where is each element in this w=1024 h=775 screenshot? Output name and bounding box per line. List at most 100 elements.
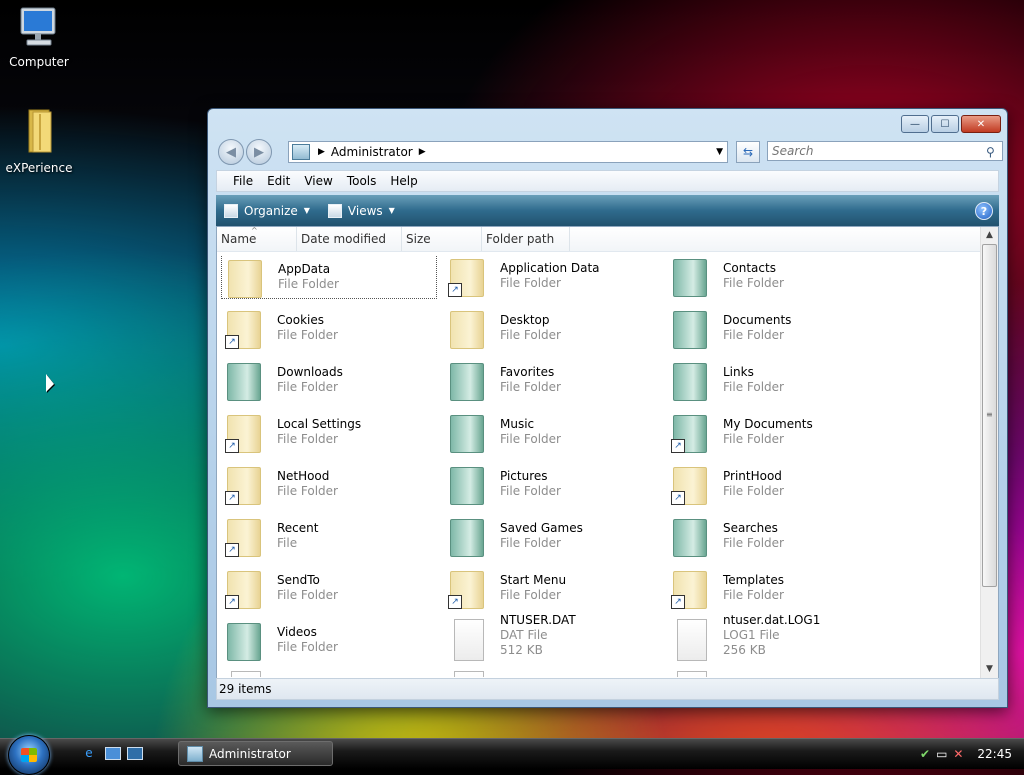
file-item[interactable]: Downloads File Folder — [221, 355, 437, 403]
maximize-button[interactable]: ☐ — [931, 115, 959, 133]
start-button[interactable] — [8, 735, 50, 775]
safely-remove-icon[interactable]: ✔ — [920, 747, 930, 761]
search-icon[interactable]: ⚲ — [986, 145, 995, 159]
document-icon — [669, 669, 709, 677]
scroll-up-icon[interactable]: ▲ — [981, 227, 998, 244]
menu-file[interactable]: File — [233, 174, 253, 188]
file-item[interactable]: Videos File Folder — [221, 615, 437, 663]
file-item[interactable]: Music File Folder — [444, 407, 660, 455]
organize-button[interactable]: Organize ▼ — [224, 203, 310, 218]
address-dropdown-icon[interactable]: ▼ — [716, 147, 723, 157]
switch-windows-icon[interactable] — [126, 745, 144, 761]
file-item[interactable]: ↗ PrintHood File Folder — [667, 459, 883, 507]
clock[interactable]: 22:45 — [977, 747, 1012, 761]
file-item-type: File Folder — [723, 432, 784, 446]
file-item-type: File Folder — [277, 432, 338, 446]
file-item-type: File Folder — [723, 536, 784, 550]
menu-tools[interactable]: Tools — [347, 174, 377, 188]
file-item-type: File Folder — [500, 328, 561, 342]
help-icon[interactable]: ? — [975, 202, 993, 220]
refresh-button[interactable]: ⇆ — [736, 141, 760, 163]
file-item[interactable]: NTUSER.DAT DAT File 512 KB — [444, 613, 660, 663]
folder-icon — [673, 519, 707, 557]
file-item[interactable]: Links File Folder — [667, 355, 883, 403]
vertical-scrollbar[interactable]: ▲ ≡ ▼ — [980, 227, 998, 678]
file-item[interactable]: AppData File Folder — [221, 255, 437, 299]
desktop-icon-experience[interactable]: eXPerience — [3, 108, 75, 175]
file-item-type: File Folder — [723, 328, 784, 342]
organize-icon — [224, 203, 238, 218]
file-item[interactable]: Searches File Folder — [667, 511, 883, 559]
file-item[interactable]: Favorites File Folder — [444, 355, 660, 403]
menu-help[interactable]: Help — [390, 174, 417, 188]
folder-icon: ↗ — [446, 565, 486, 609]
file-item[interactable]: ↗ Local Settings File Folder — [221, 407, 437, 455]
scroll-down-icon[interactable]: ▼ — [981, 661, 998, 678]
organize-label: Organize — [244, 203, 298, 218]
search-input[interactable] — [767, 141, 1003, 161]
forward-button[interactable]: ▶ — [246, 139, 272, 165]
folder-icon — [673, 363, 707, 401]
file-item[interactable]: ↗ Templates File Folder — [667, 563, 883, 611]
taskbar-button-administrator[interactable]: Administrator — [178, 741, 333, 766]
minimize-button[interactable]: — — [901, 115, 929, 133]
menu-edit[interactable]: Edit — [267, 174, 290, 188]
file-item[interactable]: ntuser.dat.LOG1 LOG1 File 256 KB — [667, 613, 883, 663]
file-item[interactable]: Contacts File Folder — [667, 255, 883, 299]
column-date-modified[interactable]: Date modified — [297, 227, 402, 251]
breadcrumb-separator[interactable]: ▶ — [419, 147, 426, 157]
file-item[interactable]: ↗ Recent File — [221, 511, 437, 559]
menu-view[interactable]: View — [304, 174, 332, 188]
folder-icon — [227, 623, 261, 661]
file-item-type: File Folder — [277, 588, 338, 602]
file-item-type: File Folder — [277, 640, 338, 654]
file-item[interactable]: ntuser.dat.LOG2 — [221, 667, 437, 677]
file-item-name: Documents — [723, 313, 792, 327]
folder-icon — [446, 409, 486, 453]
show-desktop-icon[interactable] — [104, 745, 122, 761]
desktop-icon-computer[interactable]: Computer — [3, 6, 75, 69]
file-item-name: AppData — [278, 262, 331, 276]
file-item[interactable]: ↗ My Documents File Folder — [667, 407, 883, 455]
desktop-icon-label: Computer — [9, 55, 69, 69]
file-item-type: File — [277, 536, 298, 550]
menu-bar: File Edit View Tools Help — [216, 170, 999, 192]
column-folder-path[interactable]: Folder path — [482, 227, 570, 251]
item-count: 29 items — [219, 682, 272, 696]
folder-icon: ↗ — [669, 565, 709, 609]
file-item[interactable]: NTUSER.DAT{0f69446d-6a70... — [444, 667, 660, 677]
file-item-type: File Folder — [723, 276, 784, 290]
file-item-name: Start Menu — [500, 573, 567, 587]
file-item[interactable]: Pictures File Folder — [444, 459, 660, 507]
back-button[interactable]: ◀ — [218, 139, 244, 165]
file-item[interactable]: ↗ Start Menu File Folder — [444, 563, 660, 611]
file-item[interactable]: Saved Games File Folder — [444, 511, 660, 559]
network-icon[interactable]: ▭ — [936, 747, 947, 761]
file-item-name: Recent — [277, 521, 319, 535]
document-icon — [677, 671, 707, 677]
file-item[interactable]: ↗ NetHood File Folder — [221, 459, 437, 507]
views-button[interactable]: Views ▼ — [327, 203, 395, 218]
file-item[interactable]: NTUSER.DAT{0f69446d-6a70... — [667, 667, 883, 677]
close-button[interactable]: ✕ — [961, 115, 1001, 133]
column-size[interactable]: Size — [402, 227, 482, 251]
file-item[interactable]: ↗ Cookies File Folder — [221, 303, 437, 351]
folder-icon — [450, 363, 484, 401]
address-bar[interactable]: ▶ Administrator ▶ ▼ — [288, 141, 728, 163]
shortcut-arrow-icon: ↗ — [225, 595, 239, 609]
breadcrumb-administrator[interactable]: Administrator — [331, 145, 413, 159]
column-name[interactable]: Name — [217, 219, 297, 251]
scroll-thumb[interactable]: ≡ — [982, 244, 997, 587]
shortcut-arrow-icon: ↗ — [671, 595, 685, 609]
file-item-name: NetHood — [277, 469, 330, 483]
file-item[interactable]: Desktop File Folder — [444, 303, 660, 351]
file-grid: AppData File Folder ↗ Application Data File … — [221, 255, 983, 677]
file-item[interactable]: Documents File Folder — [667, 303, 883, 351]
file-item-type: File Folder — [723, 484, 784, 498]
file-item[interactable]: ↗ SendTo File Folder — [221, 563, 437, 611]
internet-explorer-icon[interactable]: e — [80, 745, 98, 761]
file-item-type: DAT File — [500, 628, 548, 642]
file-item[interactable]: ↗ Application Data File Folder — [444, 255, 660, 299]
folder-icon — [669, 255, 709, 297]
volume-muted-icon[interactable]: ✕ — [953, 747, 963, 761]
